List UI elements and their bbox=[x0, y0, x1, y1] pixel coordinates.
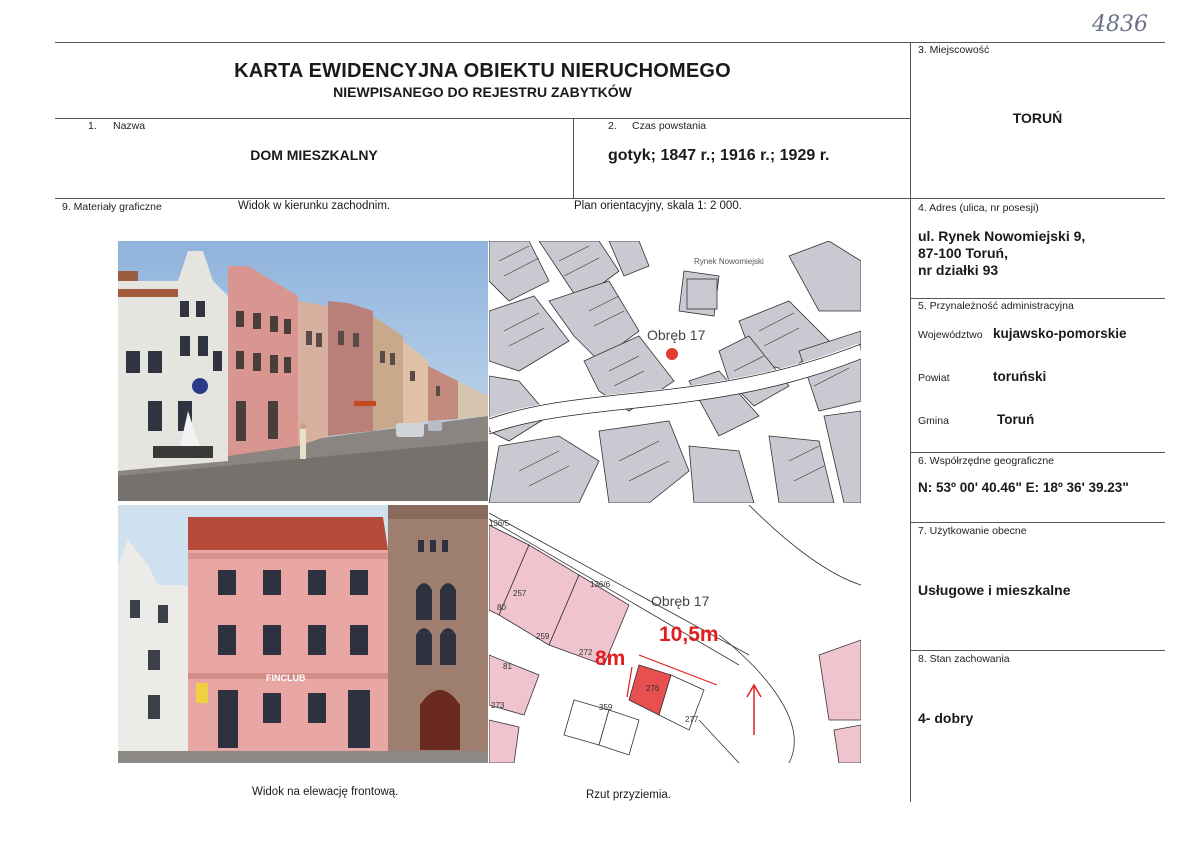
voivodeship-label: Województwo bbox=[918, 329, 983, 341]
voivodeship-value: kujawsko-pomorskie bbox=[993, 326, 1127, 341]
photo-street-view-west bbox=[118, 241, 488, 501]
map2-district-label: Obręb 17 bbox=[651, 593, 710, 609]
field-8-label: 8. Stan zachowania bbox=[918, 653, 1010, 665]
coordinates-value: N: 53º 00' 40.46" E: 18º 36' 39.23" bbox=[918, 480, 1129, 495]
field-2-value: gotyk; 1847 r.; 1916 r.; 1929 r. bbox=[608, 147, 830, 164]
field-1-2-divider bbox=[573, 118, 574, 198]
parcel-label-6: 272 bbox=[579, 648, 593, 657]
commune-label: Gmina bbox=[918, 415, 949, 427]
current-use-value: Usługowe i mieszkalne bbox=[918, 582, 1071, 598]
field-7-bottom-line bbox=[910, 650, 1165, 651]
map1-street-label: Rynek Nowomiejski bbox=[694, 257, 764, 266]
field-2-label: Czas powstania bbox=[632, 120, 707, 132]
handwritten-number: 4836 bbox=[1092, 12, 1148, 37]
parcel-label-8: 276 bbox=[646, 684, 660, 693]
commune-value: Toruń bbox=[997, 412, 1035, 427]
field-5-label: 5. Przynależność administracyjna bbox=[918, 300, 1074, 312]
field-9-label: 9. Materiały graficzne bbox=[62, 201, 162, 213]
map-ground-plan: Obręb 17 10,5m 8m 136/5 136/6 257 80 259… bbox=[489, 505, 861, 763]
photo-front-elevation: FINCLUB bbox=[118, 505, 488, 763]
field-1-value: DOM MIESZKALNY bbox=[250, 147, 378, 163]
caption-elevation: Widok na elewację frontową. bbox=[252, 786, 399, 798]
field-1-label: Nazwa bbox=[113, 120, 146, 132]
page-title: KARTA EWIDENCYJNA OBIEKTU NIERUCHOMEGO bbox=[234, 60, 731, 82]
field-6-bottom-line bbox=[910, 522, 1165, 523]
parcel-label-0: 136/5 bbox=[489, 519, 510, 528]
map1-district-label: Obręb 17 bbox=[645, 327, 708, 343]
field-6-label: 6. Współrzędne geograficzne bbox=[918, 455, 1054, 467]
dimension-long: 10,5m bbox=[659, 623, 719, 646]
address-line-1: ul. Rynek Nowomiejski 9, bbox=[918, 228, 1086, 244]
dimension-short: 8m bbox=[595, 647, 626, 670]
county-value: toruński bbox=[993, 369, 1047, 384]
map-orientation-plan: Rynek Nowomiejski Obręb 17 bbox=[489, 241, 861, 503]
condition-value: 4- dobry bbox=[918, 710, 974, 726]
parcel-label-3: 80 bbox=[497, 603, 506, 612]
address-line-2: 87-100 Toruń, bbox=[918, 245, 1008, 261]
parcel-label-10: 359 bbox=[599, 703, 613, 712]
county-label: Powiat bbox=[918, 372, 950, 384]
field-2-number: 2. bbox=[608, 120, 617, 132]
parcel-label-5: 81 bbox=[503, 662, 512, 671]
field-5-bottom-line bbox=[910, 452, 1165, 453]
caption-ground-plan: Rzut przyziemia. bbox=[586, 789, 671, 801]
parcel-label-9: 277 bbox=[685, 715, 699, 724]
frame-top-line bbox=[55, 42, 1165, 43]
frame-column-divider bbox=[910, 42, 911, 802]
field-3-value: TORUŃ bbox=[1012, 110, 1063, 126]
finclub-sign: FINCLUB bbox=[266, 673, 306, 683]
parcel-label-7: 273 bbox=[491, 701, 505, 710]
field-4-bottom-line bbox=[910, 298, 1165, 299]
field-3-label: 3. Miejscowość bbox=[918, 44, 990, 56]
parcel-label-4: 259 bbox=[536, 632, 550, 641]
header-bottom-line bbox=[55, 118, 910, 119]
parcel-label-1: 136/6 bbox=[590, 580, 611, 589]
field-4-label: 4. Adres (ulica, nr posesji) bbox=[918, 202, 1039, 214]
page-subtitle: NIEWPISANEGO DO REJESTRU ZABYTKÓW bbox=[333, 84, 632, 100]
parcel-label-2: 257 bbox=[513, 589, 527, 598]
field-7-label: 7. Użytkowanie obecne bbox=[918, 525, 1027, 537]
row2-bottom-line bbox=[55, 198, 1165, 199]
field-1-number: 1. bbox=[88, 120, 97, 132]
caption-plan: Plan orientacyjny, skala 1: 2 000. bbox=[574, 200, 742, 212]
address-line-3: nr działki 93 bbox=[918, 262, 999, 278]
caption-view-west: Widok w kierunku zachodnim. bbox=[238, 200, 391, 212]
